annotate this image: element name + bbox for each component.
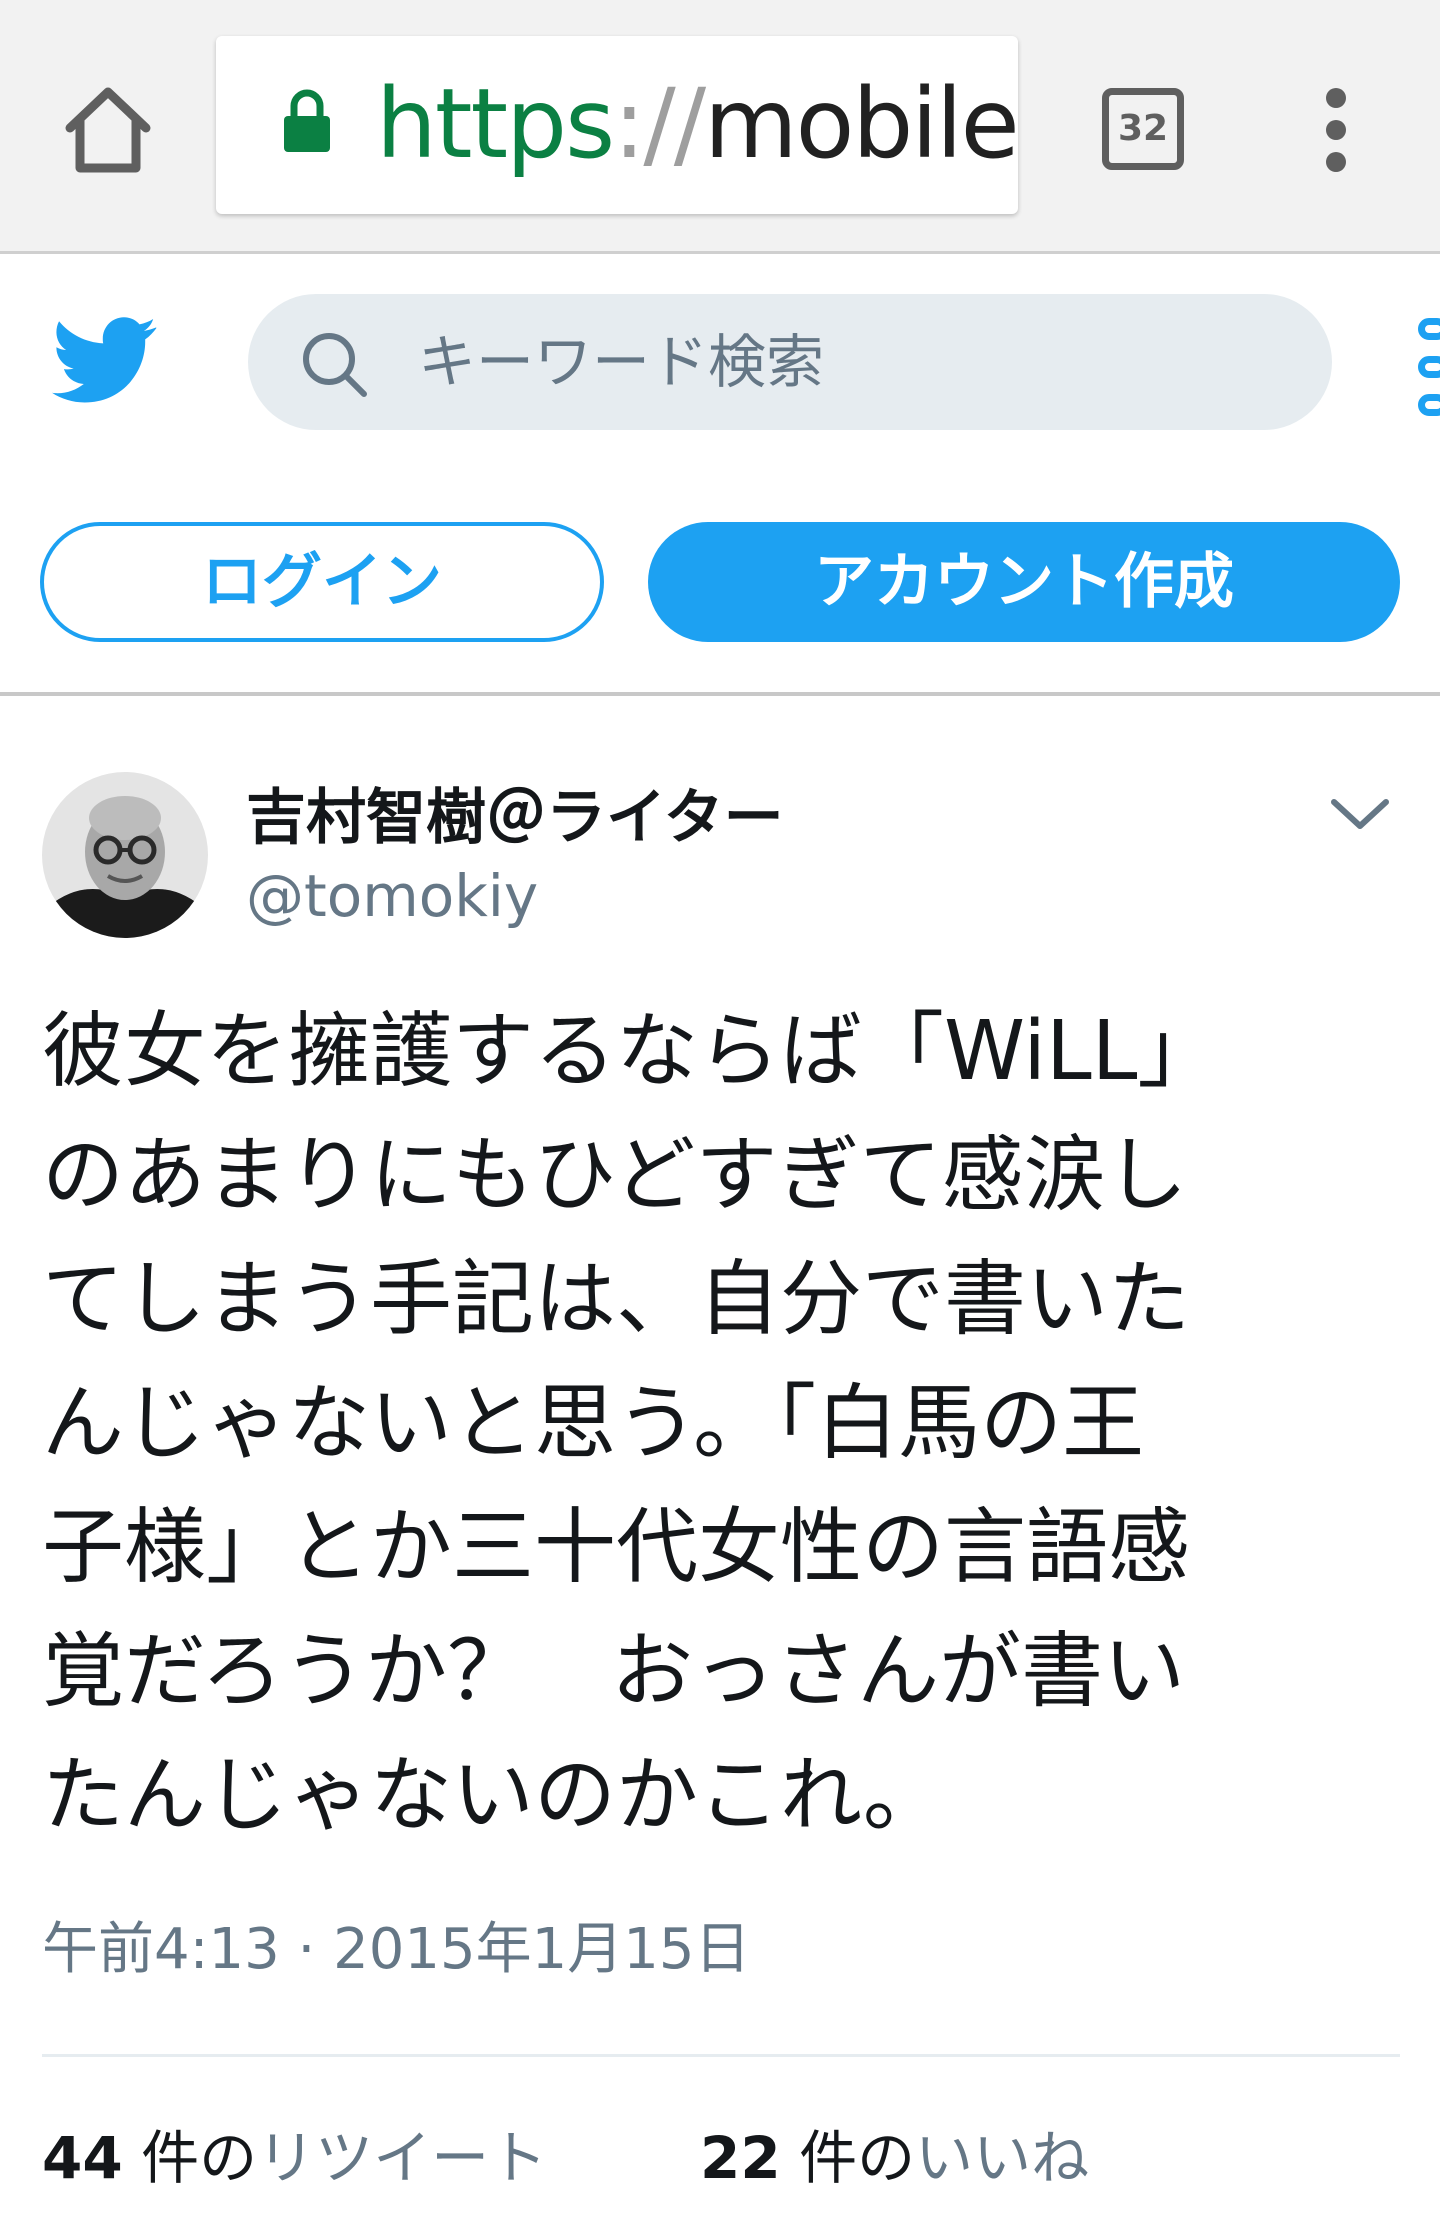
home-icon[interactable] [58,82,158,178]
tweet-text: 彼女を擁護するならば「WiLL」 のあまりにもひどすぎて感涙し てしまう手記は、… [42,990,1422,1858]
tweet-line: のあまりにもひどすぎて感涙し [42,1128,1188,1223]
retweet-number: 44 [42,2124,123,2192]
author-name[interactable]: 吉村智樹＠ライター [246,778,784,858]
url-bar[interactable]: https://mobile. [216,36,1018,214]
lock-icon [282,88,332,154]
overflow-menu-icon[interactable] [1316,88,1356,172]
url-separator: :// [613,68,706,180]
like-count[interactable]: 22 件のいいね [700,2118,1089,2198]
like-unit: 件の [780,2124,916,2192]
tweet-line: 子様」とか三十代女性の言語感 [42,1500,1191,1595]
header-divider [0,692,1440,696]
tweet-line: 彼女を擁護するならば「WiLL」 [42,1004,1220,1099]
browser-toolbar: https://mobile. 32 [0,0,1440,254]
tweet-line: 覚だろうか？ おっさんが書い [42,1624,1186,1719]
chevron-down-icon[interactable] [1330,796,1390,832]
like-number: 22 [700,2124,781,2192]
like-label: いいね [915,2124,1090,2192]
search-icon [298,328,372,402]
tweet-line: てしまう手記は、自分で書いた [42,1252,1191,1347]
avatar[interactable] [42,772,208,938]
url-scheme: https [376,68,615,180]
retweet-label: リツイート [257,2124,548,2192]
tabs-icon[interactable]: 32 [1102,88,1184,170]
login-button[interactable]: ログイン [40,522,604,642]
url-text: https://mobile. [376,64,1018,184]
tweet-line: んじゃないと思う。「白馬の王 [42,1376,1145,1471]
retweet-unit: 件の [122,2124,258,2192]
search-placeholder: キーワード検索 [418,328,825,396]
menu-icon[interactable] [1418,318,1440,418]
tweet-timestamp[interactable]: 午前4:13 · 2015年1月15日 [42,1910,751,1990]
tweet-line: たんじゃないのかこれ。 [42,1748,945,1843]
twitter-bird-icon[interactable] [52,316,158,406]
stats-divider [42,2054,1400,2057]
retweet-count[interactable]: 44 件のリツイート [42,2118,547,2198]
signup-button[interactable]: アカウント作成 [648,522,1400,642]
url-host: mobile. [704,68,1018,180]
search-input[interactable]: キーワード検索 [248,294,1332,430]
author-handle[interactable]: @tomokiy [246,856,538,936]
